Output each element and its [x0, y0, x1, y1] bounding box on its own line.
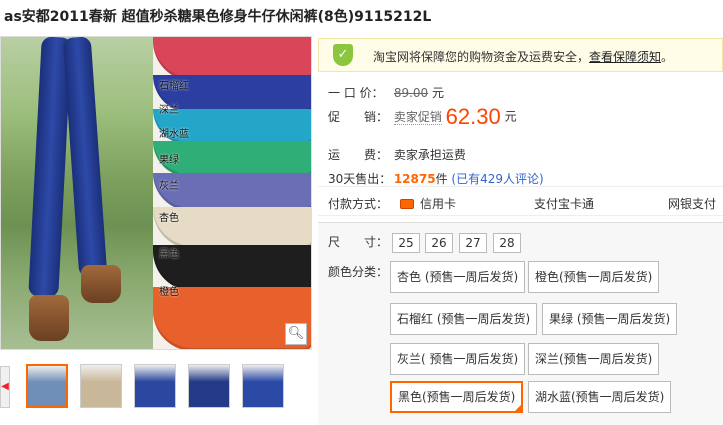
guarantee-link[interactable]: 查看保障须知 — [589, 50, 661, 64]
shipping-label: 运 费： — [328, 148, 389, 162]
thumbnail[interactable] — [188, 364, 230, 408]
swatch-label: 湖水蓝 — [159, 129, 189, 140]
sales-row: 30天售出： 12875件 (已有429人评论) — [328, 170, 544, 187]
guarantee-banner: ✓ 淘宝网将保障您的购物资金及运费安全，查看保障须知。 — [318, 38, 723, 72]
color-option-label: 黑色(预售一周后发货) — [398, 390, 516, 404]
swatch-label: 石榴红 — [159, 81, 189, 92]
price-unit: 元 — [432, 86, 445, 100]
magnifier-icon[interactable]: 🔍︎ — [285, 323, 307, 345]
size-option[interactable]: 28 — [493, 233, 521, 253]
thumbnail[interactable] — [26, 364, 68, 408]
guarantee-message: 淘宝网将保障您的购物资金及运费安全， — [373, 50, 590, 64]
swatch-label: 果绿 — [159, 155, 179, 166]
swatch-label: 橙色 — [159, 287, 179, 298]
shield-icon: ✓ — [333, 44, 353, 66]
swatch-label: 深兰 — [159, 105, 179, 116]
product-title: as安都2011春新 超值秒杀糖果色修身牛仔休闲裤(8色)9115212L — [4, 9, 432, 25]
color-option[interactable]: 杏色 (预售一周后发货) — [390, 261, 526, 293]
color-option-selected[interactable]: 黑色(预售一周后发货) — [390, 381, 524, 413]
color-option[interactable]: 果绿 (预售一周后发货) — [542, 303, 678, 335]
payment-method-label: 信用卡 — [420, 197, 457, 211]
guarantee-text: 淘宝网将保障您的购物资金及运费安全，查看保障须知。 — [373, 48, 673, 65]
payment-online-bank[interactable]: 网银支付 — [668, 195, 716, 212]
shipping-value: 卖家承担运费 — [393, 148, 466, 162]
shipping-row: 运 费： 卖家承担运费 — [328, 146, 466, 163]
original-price: 89.00 — [393, 86, 429, 100]
thumbnail[interactable] — [134, 364, 176, 408]
wedge-shoe — [81, 265, 121, 303]
product-main-image[interactable]: 石榴红 深兰 湖水蓝 果绿 灰兰 杏色 黑色 橙色 🔍︎ — [0, 36, 312, 350]
selected-check-icon — [513, 403, 524, 413]
payment-row: 付款方式： 信用卡 支付宝卡通 网银支付 — [318, 186, 723, 216]
color-option[interactable]: 橙色(预售一周后发货) — [528, 261, 660, 293]
sku-options-panel: 尺 寸： 25 26 27 28 颜色分类： 杏色 (预售一周后发货) 橙色(预… — [318, 222, 723, 425]
promo-label: 促 销： — [328, 109, 389, 124]
thumbnail[interactable] — [242, 364, 284, 408]
price-label: 一 口 价： — [328, 86, 384, 100]
promo-price: 62.30 — [445, 104, 501, 129]
swatch-label: 黑色 — [159, 249, 179, 260]
thumbnail-prev-arrow-icon[interactable]: ◀ — [0, 366, 10, 408]
sales-unit: 件 — [435, 172, 448, 186]
guarantee-end: 。 — [661, 50, 674, 64]
review-link[interactable]: (已有429人评论) — [451, 172, 543, 186]
promo-unit: 元 — [504, 109, 517, 124]
price-row: 一 口 价： 89.00 元 — [328, 84, 444, 101]
wedge-shoe — [29, 295, 69, 341]
swatch-label: 杏色 — [159, 213, 179, 224]
color-label: 颜色分类： — [328, 265, 389, 279]
color-swatch-photo: 石榴红 深兰 湖水蓝 果绿 灰兰 杏色 黑色 橙色 — [153, 37, 311, 349]
thumbnail[interactable] — [80, 364, 122, 408]
color-option[interactable]: 深兰(预售一周后发货) — [528, 343, 660, 375]
size-label: 尺 寸： — [328, 235, 389, 249]
promo-tag[interactable]: 卖家促销 — [393, 109, 442, 125]
sales-label: 30天售出： — [328, 172, 392, 186]
color-option[interactable]: 石榴红 (预售一周后发货) — [390, 303, 538, 335]
size-option[interactable]: 25 — [392, 233, 420, 253]
sales-count: 12875 — [393, 172, 436, 186]
credit-card-icon — [400, 199, 414, 209]
color-option[interactable]: 湖水蓝(预售一周后发货) — [528, 381, 672, 413]
payment-alipay-card[interactable]: 支付宝卡通 — [534, 195, 594, 212]
payment-label: 付款方式： — [328, 197, 389, 211]
jeans-leg — [62, 37, 108, 278]
promo-row: 促 销： 卖家促销 62.30 元 — [328, 104, 517, 130]
model-photo — [1, 37, 153, 349]
size-option[interactable]: 26 — [425, 233, 453, 253]
payment-credit-card[interactable]: 信用卡 — [400, 195, 456, 212]
color-option[interactable]: 灰兰( 预售一周后发货) — [390, 343, 526, 375]
swatch-label: 灰兰 — [159, 181, 179, 192]
size-option[interactable]: 27 — [459, 233, 487, 253]
